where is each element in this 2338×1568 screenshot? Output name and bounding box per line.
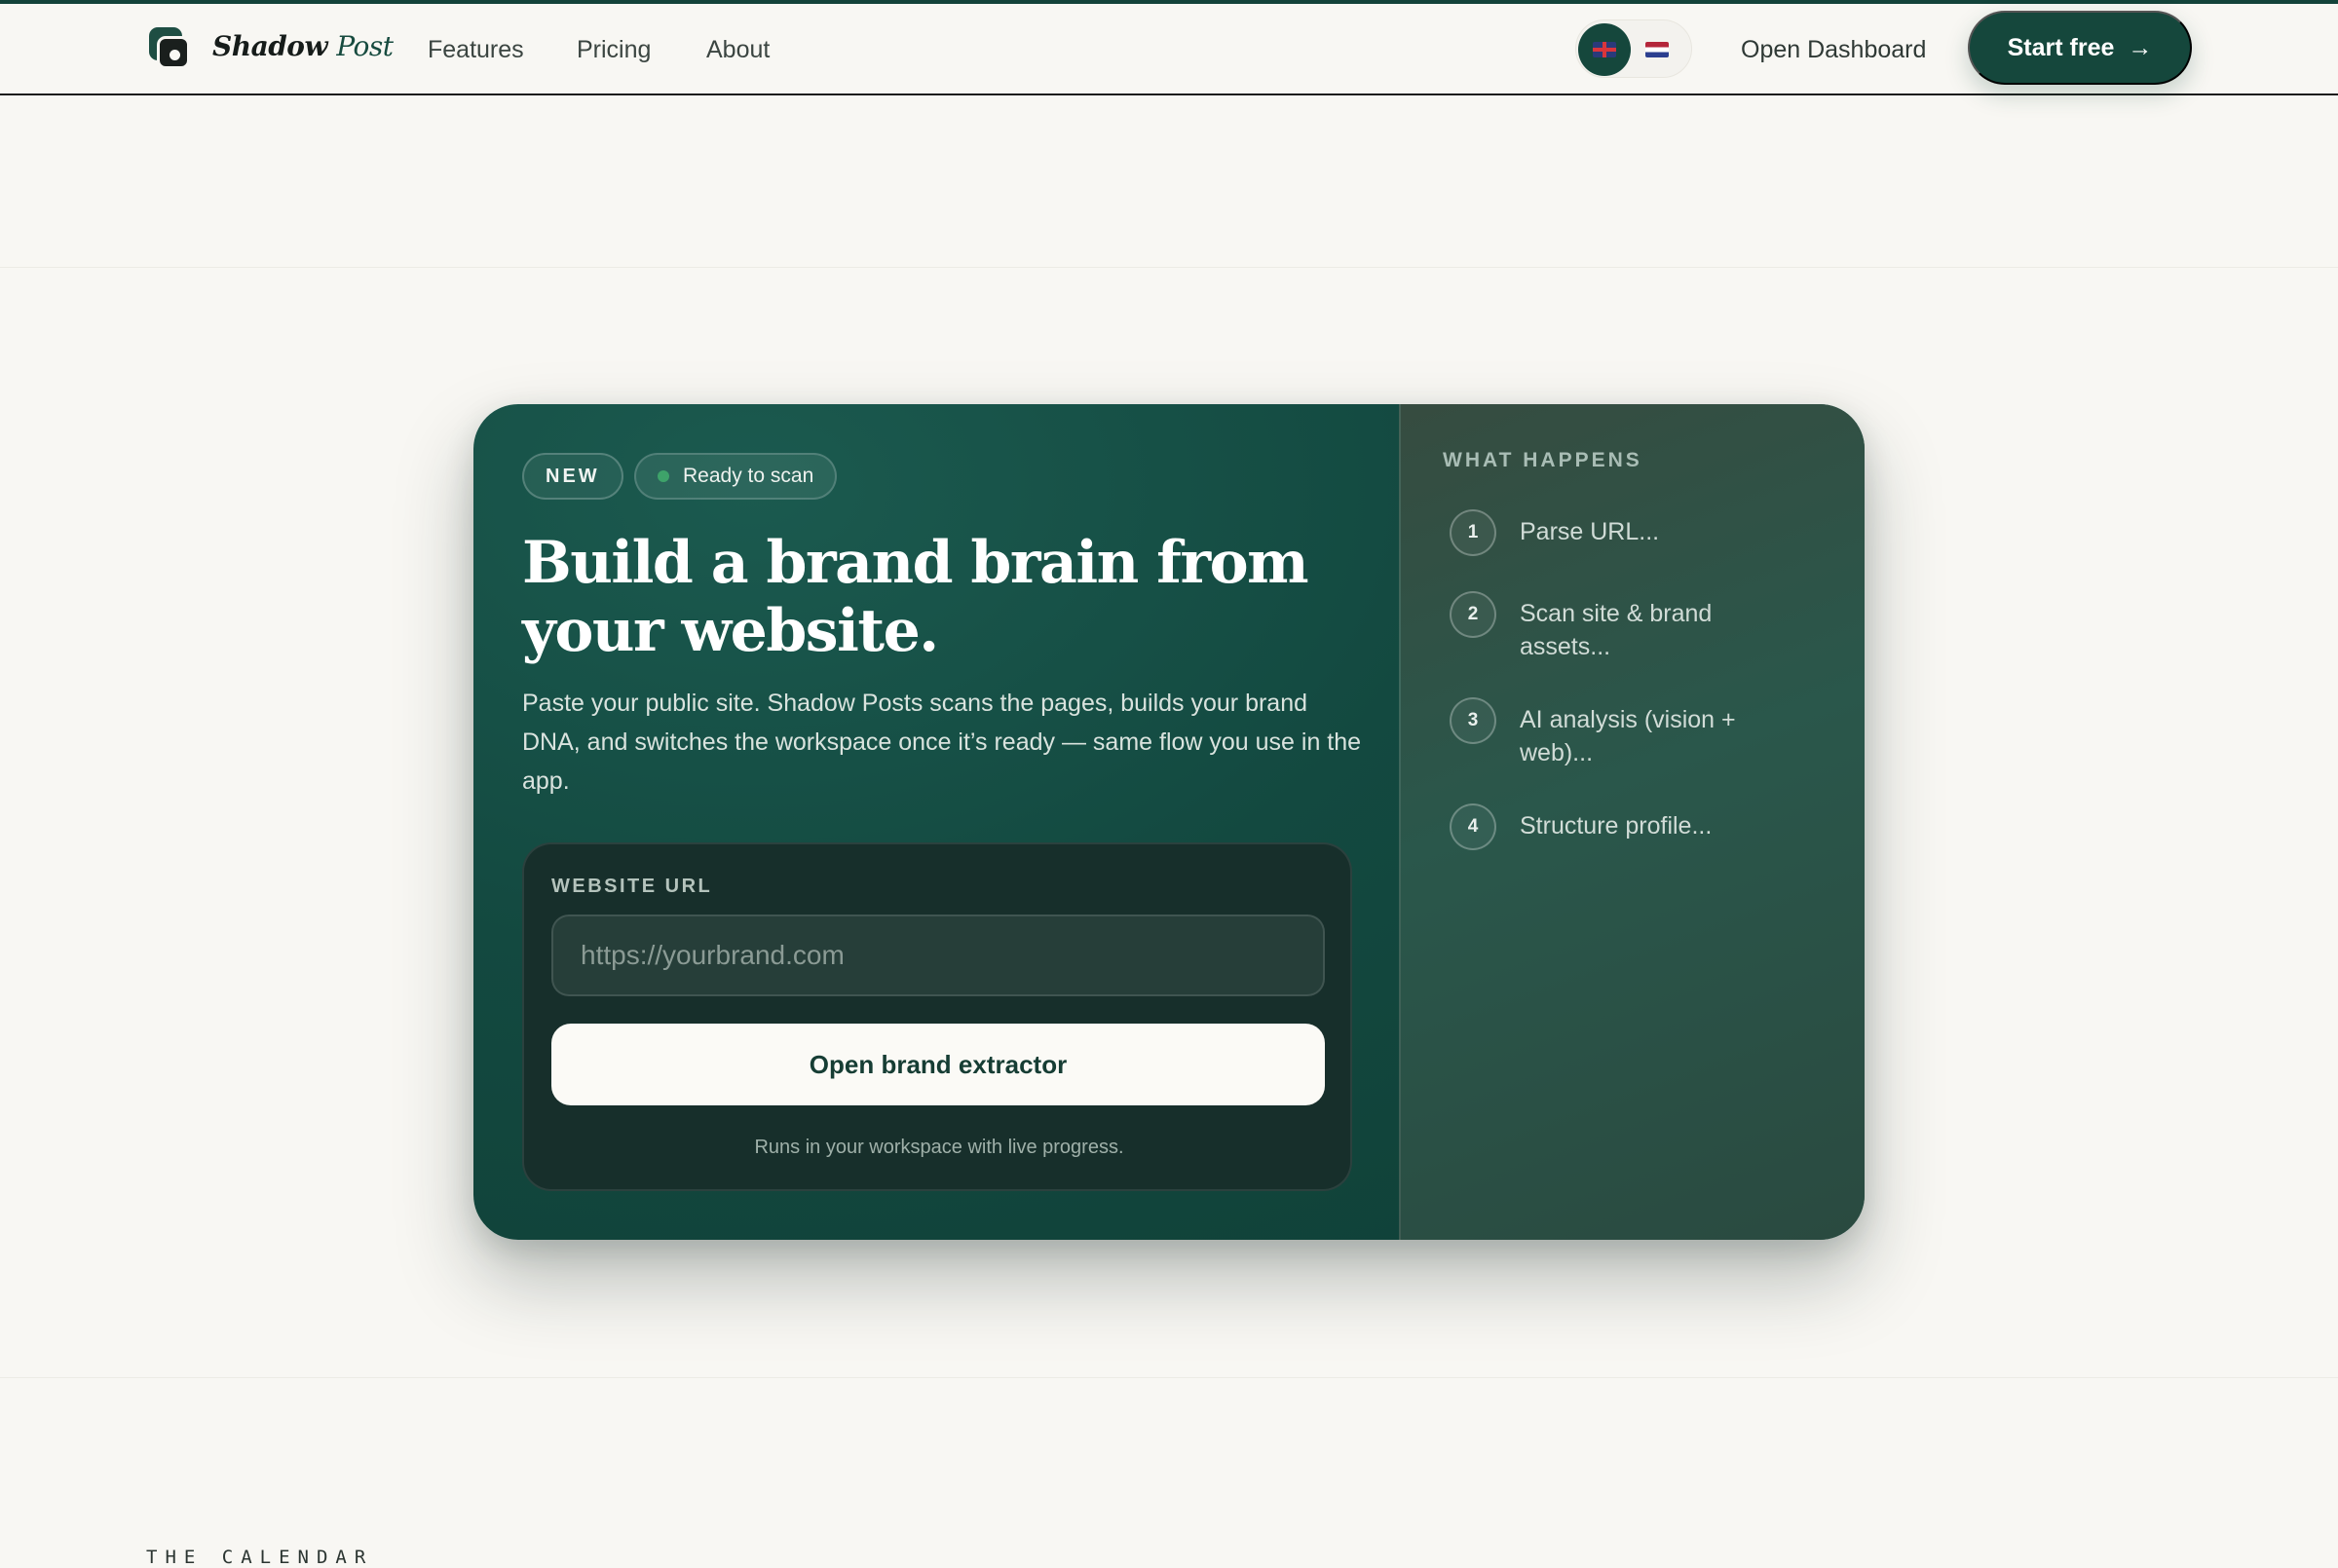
what-happens-title: WHAT HAPPENS <box>1443 449 1642 471</box>
logo-icon[interactable] <box>149 27 190 69</box>
step-number: 3 <box>1450 697 1496 744</box>
brand-extractor-card: NEW Ready to scan Build a brand brain fr… <box>473 404 1865 1240</box>
arrow-right-icon: → <box>2128 33 2153 61</box>
open-dashboard-link[interactable]: Open Dashboard <box>1741 36 1926 64</box>
nl-flag-icon <box>1645 42 1669 57</box>
step-label: Structure profile... <box>1520 812 1713 840</box>
new-badge: NEW <box>522 453 623 500</box>
status-badge: Ready to scan <box>634 453 838 500</box>
step-number: 4 <box>1450 803 1496 850</box>
form-note: Runs in your workspace with live progres… <box>754 1137 1124 1158</box>
card-description: Paste your public site. Shadow Posts sca… <box>522 690 1362 795</box>
start-free-label: Start free <box>2007 33 2115 61</box>
step-label: AI analysis (vision + web)... <box>1520 706 1736 766</box>
language-option-nl[interactable] <box>1631 23 1683 76</box>
nav-link-features[interactable]: Features <box>428 36 524 64</box>
step-number: 1 <box>1450 509 1496 556</box>
step-number: 2 <box>1450 591 1496 638</box>
url-form: WEBSITE URL Open brand extractor Runs in… <box>522 842 1352 1191</box>
status-badge-label: Ready to scan <box>683 465 814 487</box>
start-free-button[interactable]: Start free → <box>1968 11 2192 85</box>
brand-name[interactable]: Shadow Post <box>212 30 394 62</box>
card-headline: Build a brand brain from your website. <box>522 529 1309 665</box>
section-divider <box>0 267 2338 268</box>
nav-link-about[interactable]: About <box>706 36 770 64</box>
section-divider <box>0 1377 2338 1378</box>
website-url-label: WEBSITE URL <box>551 876 713 897</box>
calendar-section-label: THE CALENDAR <box>146 1547 374 1568</box>
step-label: Scan site & brand assets... <box>1520 600 1713 660</box>
status-dot-icon <box>658 470 669 482</box>
brand-name-accent: Post <box>336 30 394 62</box>
nav-link-pricing[interactable]: Pricing <box>577 36 651 64</box>
step-label: Parse URL... <box>1520 518 1660 545</box>
language-switcher <box>1575 19 1692 78</box>
website-url-input[interactable] <box>551 915 1325 996</box>
top-nav: Shadow Post Features Pricing About Open … <box>0 4 2338 95</box>
uk-flag-icon <box>1593 42 1616 57</box>
language-option-en[interactable] <box>1578 23 1631 76</box>
open-brand-extractor-button[interactable]: Open brand extractor <box>551 1024 1325 1105</box>
what-happens-panel: WHAT HAPPENS 1 Parse URL... 2 Scan site … <box>1399 404 1865 1240</box>
brand-name-main: Shadow <box>212 30 328 62</box>
